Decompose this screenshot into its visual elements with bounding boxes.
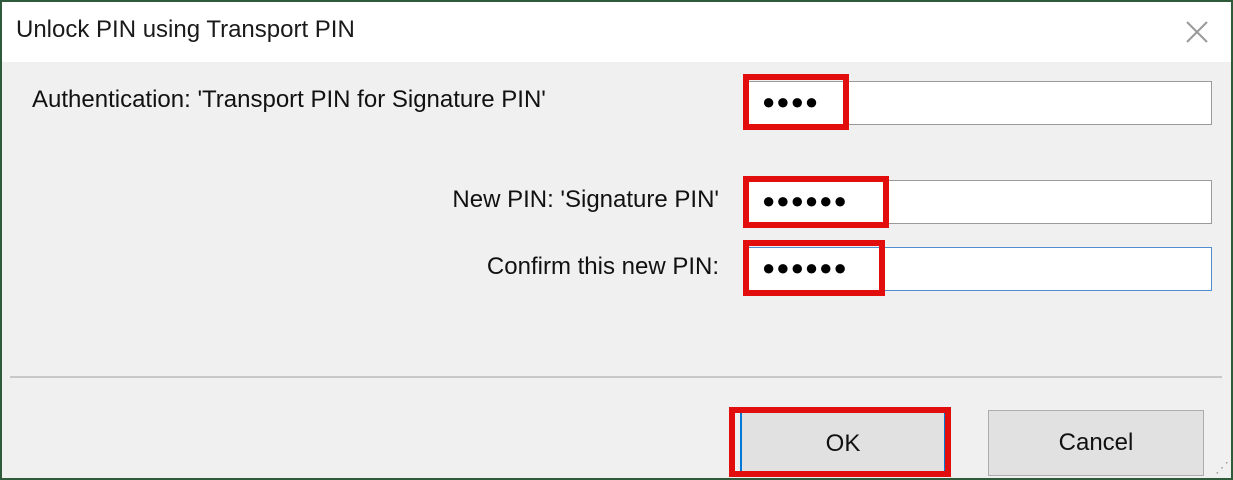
cancel-button[interactable]: Cancel <box>988 410 1204 476</box>
new-pin-label: New PIN: 'Signature PIN' <box>452 186 719 213</box>
confirm-pin-label: Confirm this new PIN: <box>486 253 719 280</box>
unlock-pin-dialog: Unlock PIN using Transport PIN Authentic… <box>0 0 1233 480</box>
transport-pin-field[interactable]: ●●●● <box>747 81 1212 125</box>
auth-pin-label: Authentication: 'Transport PIN for Signa… <box>32 86 546 113</box>
title-bar: Unlock PIN using Transport PIN <box>2 2 1231 62</box>
separator <box>10 376 1222 378</box>
new-pin-field[interactable]: ●●●●●● <box>747 180 1212 224</box>
confirm-pin-value: ●●●●●● <box>762 255 848 280</box>
new-pin-value: ●●●●●● <box>762 188 848 213</box>
transport-pin-value: ●●●● <box>762 89 820 114</box>
ok-button[interactable]: OK <box>740 410 946 476</box>
close-icon[interactable] <box>1177 12 1217 52</box>
confirm-pin-field[interactable]: ●●●●●● <box>747 247 1212 291</box>
resize-grip-icon[interactable]: ⋰ <box>1215 459 1229 476</box>
dialog-title: Unlock PIN using Transport PIN <box>16 16 355 43</box>
